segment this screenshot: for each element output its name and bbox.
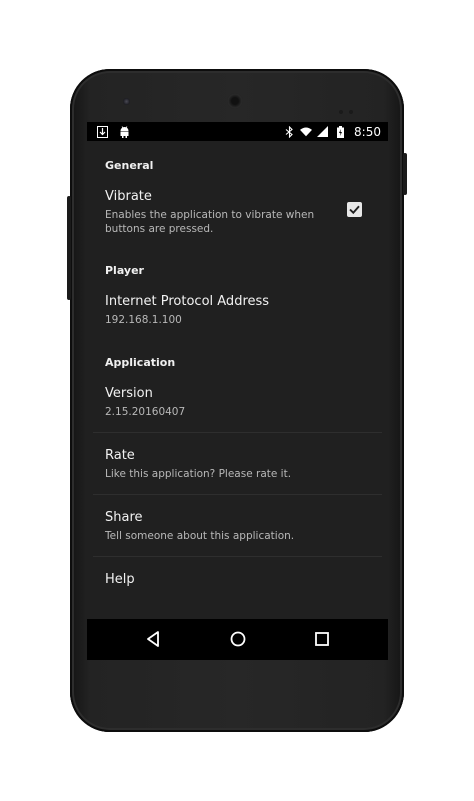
- pref-summary: 2.15.20160407: [105, 406, 186, 418]
- recents-icon[interactable]: [312, 629, 332, 649]
- pref-summary: 192.168.1.100: [105, 314, 182, 326]
- divider: [93, 432, 382, 433]
- phone-frame: 8:50 General Vibrate Enables the applica…: [67, 69, 407, 732]
- navigation-bar: [87, 619, 388, 660]
- pref-title: Vibrate: [105, 189, 152, 204]
- home-icon[interactable]: [228, 629, 248, 649]
- pref-summary: Tell someone about this application.: [105, 530, 295, 542]
- back-icon[interactable]: [144, 629, 164, 649]
- pref-title: Version: [105, 386, 153, 401]
- battery-icon: [334, 125, 346, 138]
- proximity-sensors: [339, 99, 359, 114]
- pref-vibrate[interactable]: Vibrate Enables the application to vibra…: [87, 179, 388, 245]
- divider: [93, 556, 382, 557]
- check-icon: [349, 205, 360, 215]
- bluetooth-icon: [283, 125, 295, 138]
- section-header-application: Application: [105, 356, 176, 369]
- pref-ip-address[interactable]: Internet Protocol Address 192.168.1.100: [87, 284, 388, 339]
- section-header-general: General: [105, 159, 154, 172]
- pref-summary: Like this application? Please rate it.: [105, 468, 292, 480]
- settings-list[interactable]: General Vibrate Enables the application …: [87, 141, 388, 619]
- front-camera: [123, 98, 130, 105]
- status-bar: 8:50: [87, 122, 388, 141]
- pref-summary: Enables the application to vibrate when …: [105, 209, 315, 235]
- pref-title: Share: [105, 510, 143, 525]
- signal-icon: [317, 125, 329, 138]
- android-icon: [118, 125, 130, 138]
- download-icon: [96, 125, 108, 138]
- divider: [93, 494, 382, 495]
- pref-rate[interactable]: Rate Like this application? Please rate …: [87, 439, 388, 494]
- pref-version[interactable]: Version 2.15.20160407: [87, 376, 388, 431]
- wifi-icon: [300, 126, 313, 138]
- pref-share[interactable]: Share Tell someone about this applicatio…: [87, 501, 388, 556]
- vibrate-checkbox[interactable]: [347, 202, 362, 217]
- volume-button: [67, 196, 71, 300]
- power-button: [403, 153, 407, 195]
- section-header-player: Player: [105, 264, 144, 277]
- pref-help[interactable]: Help: [87, 563, 388, 613]
- pref-title: Internet Protocol Address: [105, 294, 270, 309]
- pref-title: Help: [105, 572, 135, 587]
- pref-title: Rate: [105, 448, 135, 463]
- screen: 8:50 General Vibrate Enables the applica…: [87, 122, 388, 660]
- clock: 8:50: [354, 124, 381, 139]
- earpiece-speaker: [227, 93, 243, 109]
